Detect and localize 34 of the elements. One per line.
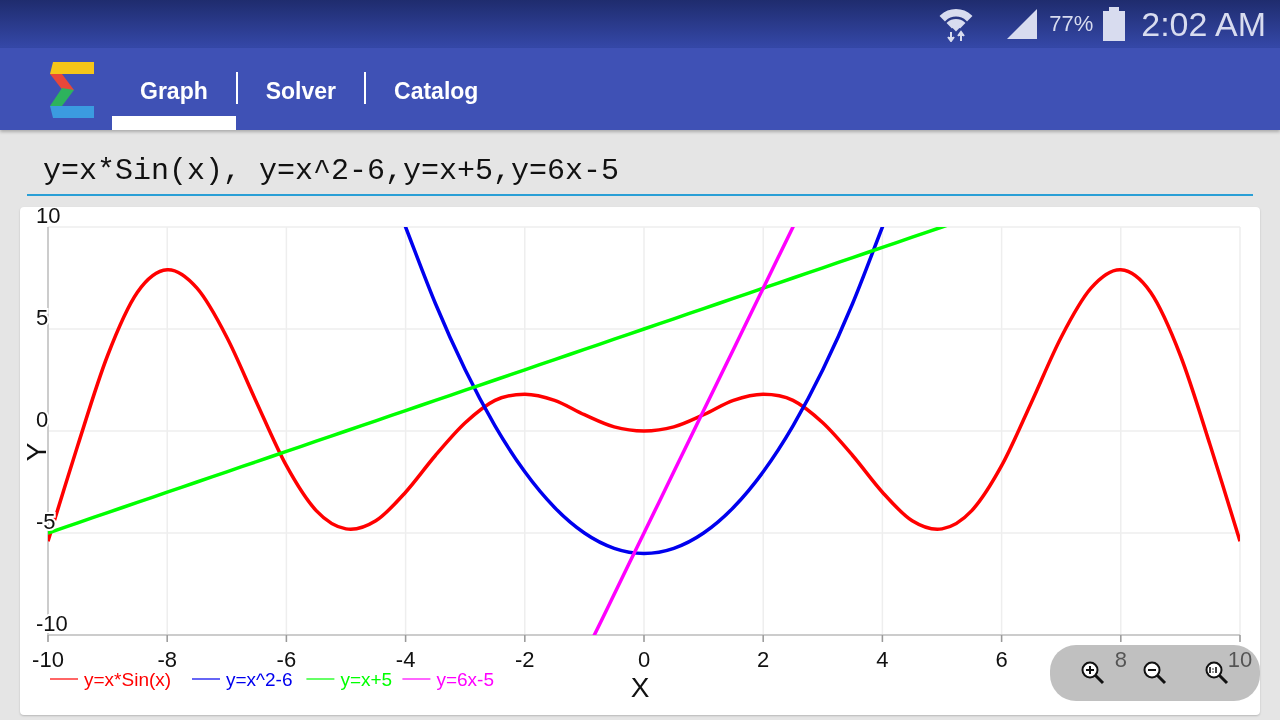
axis-tick-label: 5 bbox=[36, 305, 49, 330]
axis-tick-label: 0 bbox=[637, 647, 651, 672]
zoom-reset-icon[interactable] bbox=[1205, 661, 1229, 685]
battery-icon bbox=[1103, 7, 1126, 41]
axis-tick-label: 0 bbox=[36, 407, 49, 432]
tab[interactable]: Catalog bbox=[366, 48, 507, 130]
axis-tick-label: -2 bbox=[515, 647, 535, 672]
legend-label: y=x*Sin(x) bbox=[84, 669, 172, 690]
axis-tick-label: -4 bbox=[395, 647, 416, 672]
axis-tick-label: 8 bbox=[1114, 647, 1127, 672]
legend-label: y=x+5 bbox=[340, 669, 393, 690]
axis-tick-label: 10 bbox=[36, 207, 61, 228]
y-axis-title: Y bbox=[21, 442, 52, 462]
axis-tick-label: -6 bbox=[276, 647, 297, 672]
axis-tick-label: 2 bbox=[757, 647, 770, 672]
tab[interactable]: Solver bbox=[237, 48, 365, 130]
x-axis-title: X bbox=[630, 672, 650, 703]
zoom-in-icon[interactable] bbox=[1081, 661, 1105, 685]
axis-tick-label: 4 bbox=[876, 647, 889, 672]
axis-tick-label: 10 bbox=[1227, 647, 1253, 672]
clock-time: 2:02 AM bbox=[1141, 4, 1266, 44]
legend-label: y=6x-5 bbox=[436, 669, 494, 690]
battery-percent: 77% bbox=[1049, 11, 1094, 37]
signal-icon bbox=[1005, 9, 1040, 39]
axis-tick-label: -10 bbox=[36, 611, 68, 636]
expression-input-field[interactable]: y=x*Sin(x), y=x^2-6,y=x+5,y=6x-5 bbox=[27, 138, 1253, 196]
axis-tick-label: -10 bbox=[32, 647, 64, 672]
tab[interactable]: Graph bbox=[112, 48, 236, 130]
legend-label: y=x^2-6 bbox=[226, 669, 293, 690]
axis-tick-label: -8 bbox=[157, 647, 177, 672]
wifi-icon bbox=[939, 6, 974, 42]
zoom-out-icon[interactable] bbox=[1143, 661, 1167, 685]
axis-tick-label: 6 bbox=[995, 647, 1008, 672]
app-logo-icon bbox=[50, 62, 94, 118]
